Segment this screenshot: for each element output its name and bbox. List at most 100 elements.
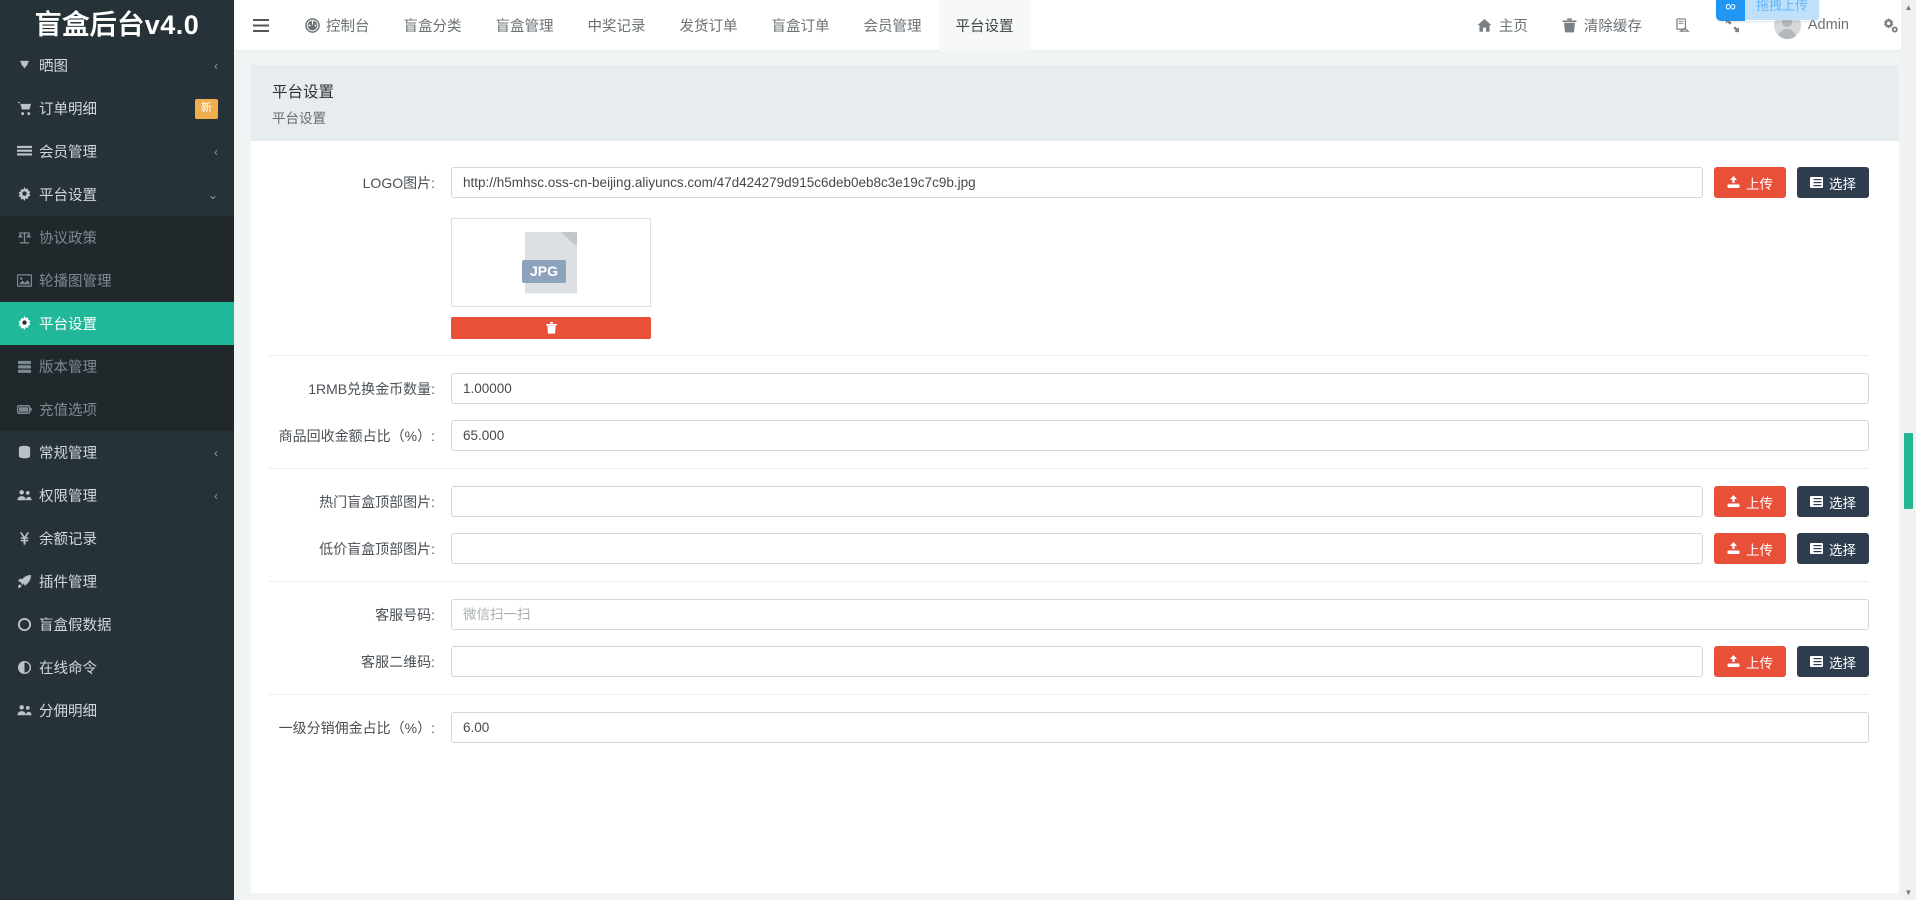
select-label: 选择 bbox=[1829, 539, 1856, 559]
page-title: 平台设置 bbox=[272, 80, 1878, 102]
nav-tab-label: 盲盒管理 bbox=[496, 15, 554, 36]
sidebar-item-15[interactable]: 分佣明细 bbox=[0, 689, 234, 732]
adjust-icon bbox=[17, 660, 39, 675]
nav-tab-2[interactable]: 盲盒管理 bbox=[479, 0, 571, 51]
nav-tab-1[interactable]: 盲盒分类 bbox=[387, 0, 479, 51]
dashboard-icon bbox=[305, 18, 320, 33]
page-subtitle: 平台设置 bbox=[272, 107, 1878, 127]
sidebar-item-0[interactable]: 晒图‹ bbox=[0, 44, 234, 87]
sidebar-item-7[interactable]: 版本管理 bbox=[0, 345, 234, 388]
drag-upload-badge[interactable]: ∞ 拖拽上传 bbox=[1716, 0, 1819, 21]
form-row-logo: LOGO图片: 上传 选择 bbox=[251, 159, 1899, 206]
scrollbar-thumb[interactable] bbox=[1904, 433, 1913, 509]
commission-level1-input[interactable] bbox=[451, 712, 1869, 743]
brand-title: 盲盒后台v4.0 bbox=[0, 0, 234, 44]
sidebar-item-label: 晒图 bbox=[39, 55, 214, 76]
sidebar-item-4[interactable]: 协议政策 bbox=[0, 216, 234, 259]
sidebar-item-9[interactable]: 常规管理‹ bbox=[0, 431, 234, 474]
yen-icon bbox=[17, 531, 39, 546]
sidebar-item-label: 会员管理 bbox=[39, 141, 214, 162]
page-scrollbar[interactable]: ▲ ▼ bbox=[1901, 0, 1916, 900]
sidebar-menu: 晒图‹订单明细新会员管理‹平台设置⌄协议政策轮播图管理平台设置版本管理充值选项常… bbox=[0, 44, 234, 732]
upload-icon bbox=[1727, 542, 1740, 555]
sidebar-item-11[interactable]: 余额记录 bbox=[0, 517, 234, 560]
topbar-item-主页[interactable]: 主页 bbox=[1460, 15, 1545, 36]
list-icon bbox=[1810, 177, 1823, 188]
form-label-service-qrcode: 客服二维码: bbox=[251, 652, 451, 672]
form-row-hot-banner: 热门盲盒顶部图片: 上传 选择 bbox=[251, 478, 1899, 525]
topbar-item-theme-icon[interactable] bbox=[1659, 18, 1708, 33]
nav-tab-4[interactable]: 发货订单 bbox=[663, 0, 755, 51]
coin-rate-input[interactable] bbox=[451, 373, 1869, 404]
nav-tab-0[interactable]: 控制台 bbox=[288, 0, 387, 51]
service-number-input[interactable] bbox=[451, 599, 1869, 630]
upload-label: 上传 bbox=[1746, 173, 1773, 193]
nav-tab-6[interactable]: 会员管理 bbox=[847, 0, 939, 51]
sidebar: 盲盒后台v4.0 晒图‹订单明细新会员管理‹平台设置⌄协议政策轮播图管理平台设置… bbox=[0, 0, 234, 900]
form-divider-4 bbox=[268, 694, 1869, 695]
select-button-logo[interactable]: 选择 bbox=[1797, 167, 1869, 198]
nav-tab-label: 中奖记录 bbox=[588, 15, 646, 36]
users-icon bbox=[17, 703, 39, 718]
cloud-download-icon bbox=[17, 58, 39, 73]
logo-image-input[interactable] bbox=[451, 167, 1703, 198]
select-label: 选择 bbox=[1829, 652, 1856, 672]
sidebar-item-14[interactable]: 在线命令 bbox=[0, 646, 234, 689]
nav-tab-5[interactable]: 盲盒订单 bbox=[755, 0, 847, 51]
home-icon bbox=[1477, 18, 1492, 33]
battery-icon bbox=[17, 402, 39, 417]
sidebar-item-2[interactable]: 会员管理‹ bbox=[0, 130, 234, 173]
topbar-item-清除缓存[interactable]: 清除缓存 bbox=[1545, 15, 1659, 36]
form-label-coin-rate: 1RMB兑换金币数量: bbox=[251, 379, 451, 399]
hot-banner-input[interactable] bbox=[451, 486, 1703, 517]
recycle-ratio-input[interactable] bbox=[451, 420, 1869, 451]
nav-tab-7[interactable]: 平台设置 bbox=[939, 0, 1031, 51]
hamburger-icon[interactable] bbox=[234, 0, 288, 51]
nav-tab-label: 会员管理 bbox=[864, 15, 922, 36]
form-row-service-qrcode: 客服二维码: 上传 选择 bbox=[251, 638, 1899, 685]
sidebar-item-12[interactable]: 插件管理 bbox=[0, 560, 234, 603]
upload-button-service-qrcode[interactable]: 上传 bbox=[1714, 646, 1786, 677]
gear-icon bbox=[17, 187, 39, 202]
database-icon bbox=[17, 445, 39, 460]
cheap-banner-input[interactable] bbox=[451, 533, 1703, 564]
infinity-icon: ∞ bbox=[1716, 0, 1745, 21]
sidebar-item-3[interactable]: 平台设置⌄ bbox=[0, 173, 234, 216]
settings-form-panel: LOGO图片: 上传 选择 bbox=[251, 141, 1899, 893]
delete-thumbnail-button[interactable] bbox=[451, 317, 651, 339]
service-qrcode-input[interactable] bbox=[451, 646, 1703, 677]
upload-icon bbox=[1727, 176, 1740, 189]
nav-tab-3[interactable]: 中奖记录 bbox=[571, 0, 663, 51]
chevron-left-icon: ‹ bbox=[214, 489, 218, 503]
sidebar-item-6[interactable]: 平台设置 bbox=[0, 302, 234, 345]
logo-thumbnail[interactable]: JPG bbox=[451, 218, 651, 307]
scroll-down-arrow[interactable]: ▼ bbox=[1901, 885, 1916, 900]
scroll-up-arrow[interactable]: ▲ bbox=[1901, 0, 1916, 15]
sidebar-badge-new: 新 bbox=[195, 99, 218, 119]
upload-button-cheap-banner[interactable]: 上传 bbox=[1714, 533, 1786, 564]
form-label-logo: LOGO图片: bbox=[251, 173, 451, 193]
settings-gears-button[interactable] bbox=[1866, 18, 1902, 33]
form-divider-3 bbox=[268, 581, 1869, 582]
sidebar-item-label: 插件管理 bbox=[39, 571, 218, 592]
main-area: 控制台盲盒分类盲盒管理中奖记录发货订单盲盒订单会员管理平台设置 主页清除缓存Ad… bbox=[234, 0, 1916, 900]
select-label: 选择 bbox=[1829, 492, 1856, 512]
upload-button-logo[interactable]: 上传 bbox=[1714, 167, 1786, 198]
circle-icon bbox=[17, 617, 39, 632]
select-button-cheap-banner[interactable]: 选择 bbox=[1797, 533, 1869, 564]
sidebar-item-1[interactable]: 订单明细新 bbox=[0, 87, 234, 130]
drag-upload-label: 拖拽上传 bbox=[1745, 0, 1819, 20]
upload-button-hot-banner[interactable]: 上传 bbox=[1714, 486, 1786, 517]
form-label-hot-banner: 热门盲盒顶部图片: bbox=[251, 492, 451, 512]
gears-icon bbox=[1883, 18, 1898, 33]
sidebar-item-10[interactable]: 权限管理‹ bbox=[0, 474, 234, 517]
list-icon bbox=[1810, 656, 1823, 667]
chevron-left-icon: ‹ bbox=[214, 446, 218, 460]
sidebar-item-8[interactable]: 充值选项 bbox=[0, 388, 234, 431]
select-button-service-qrcode[interactable]: 选择 bbox=[1797, 646, 1869, 677]
sidebar-item-13[interactable]: 盲盒假数据 bbox=[0, 603, 234, 646]
sidebar-item-5[interactable]: 轮播图管理 bbox=[0, 259, 234, 302]
file-type-label: JPG bbox=[522, 260, 566, 283]
topbar: 控制台盲盒分类盲盒管理中奖记录发货订单盲盒订单会员管理平台设置 主页清除缓存Ad… bbox=[234, 0, 1916, 51]
select-button-hot-banner[interactable]: 选择 bbox=[1797, 486, 1869, 517]
